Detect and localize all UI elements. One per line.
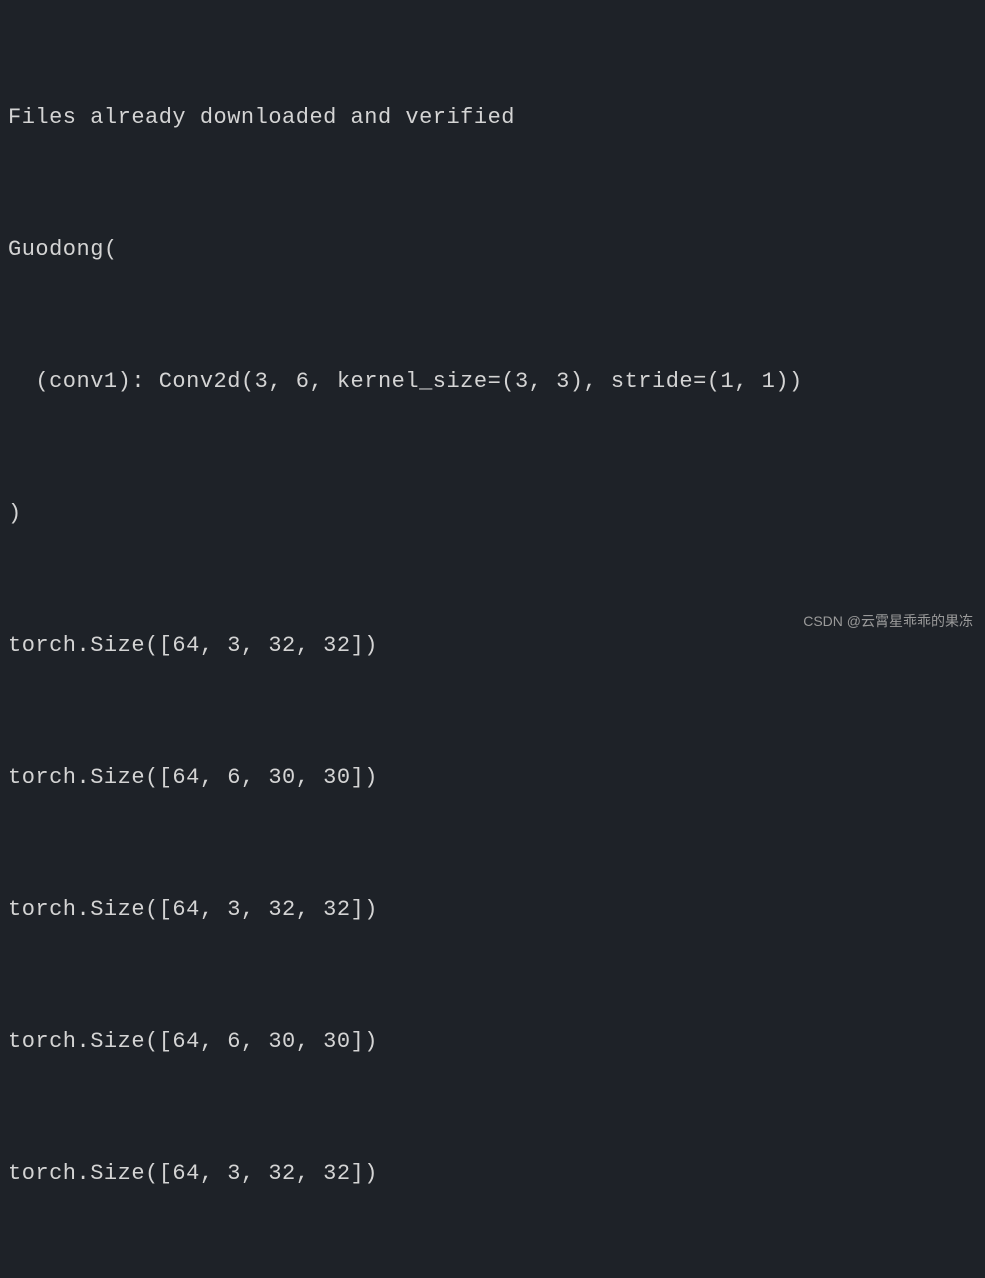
watermark-text: CSDN @云霄星乖乖的果冻: [803, 611, 973, 631]
output-line: torch.Size([64, 6, 30, 30]): [8, 756, 977, 800]
output-line: torch.Size([64, 3, 32, 32]): [8, 888, 977, 932]
output-line: torch.Size([64, 6, 30, 30]): [8, 1020, 977, 1064]
output-line: ): [8, 492, 977, 536]
terminal-output: Files already downloaded and verified Gu…: [8, 8, 977, 1278]
output-line: torch.Size([64, 3, 32, 32]): [8, 1152, 977, 1196]
output-line: (conv1): Conv2d(3, 6, kernel_size=(3, 3)…: [8, 360, 977, 404]
output-line: Guodong(: [8, 228, 977, 272]
output-line: Files already downloaded and verified: [8, 96, 977, 140]
